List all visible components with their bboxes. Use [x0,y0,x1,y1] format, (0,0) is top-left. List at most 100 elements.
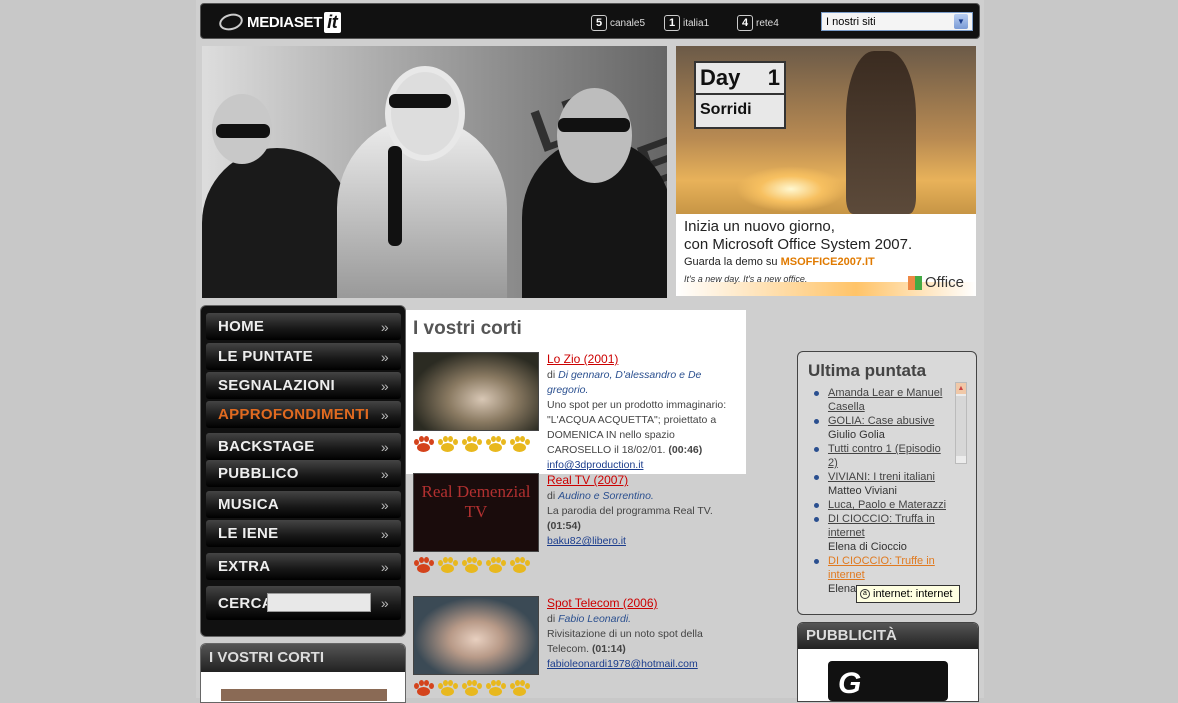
channel-rete4-link[interactable]: 4 rete4 [737,15,779,31]
item-email-link[interactable]: fabioleonardi1978@hotmail.com [547,658,698,670]
nav-item-backstage[interactable]: BACKSTAGE » [206,433,401,460]
paw-icon[interactable] [509,680,530,697]
rating-paws[interactable] [413,436,530,453]
rating-paws[interactable] [413,680,530,697]
episode-author: Elena di Cioccio [828,541,907,553]
item-by: di [547,490,556,502]
nav-item-label: MUSICA [218,496,279,513]
paw-icon[interactable] [413,557,434,574]
office-ad-banner[interactable]: Day 1 Sorridi Inizia un nuovo giorno, con… [676,46,976,296]
nav-item-le-iene[interactable]: LE IENE » [206,520,401,547]
mediaset-logo[interactable]: MEDIASET it [217,10,341,34]
item-text: Real TV (2007) di Audino e Sorrentino. L… [547,473,737,549]
episode-link[interactable]: Tutti contro 1 (Episodio 2) [828,443,941,469]
hero-head-right [557,88,632,183]
item-text: Lo Zio (2001) di Di gennaro, D'alessandr… [547,352,737,473]
page-title: I vostri corti [413,318,522,339]
ad-sunrise [736,166,846,212]
main-nav: HOME » LE PUNTATE » SEGNALAZIONI » APPROFON… [200,305,406,637]
item-title-link[interactable]: Spot Telecom (2006) [547,596,658,610]
chevron-right-icon: » [380,496,389,513]
episode-link[interactable]: Luca, Paolo e Materazzi [828,499,946,511]
ad-day-number: 1 [767,65,780,90]
ultima-puntata-title: Ultima puntata [808,361,927,380]
item-duration: (01:14) [591,643,626,655]
paw-icon[interactable] [509,557,530,574]
search-go-button[interactable]: » [381,595,389,611]
episode-author: Giulio Golia [828,429,885,441]
paw-icon[interactable] [461,680,482,697]
ultima-puntata-list: Amanda Lear e Manuel Casella GOLIA: Case… [812,386,952,596]
item-email-link[interactable]: info@3dproduction.it [547,459,643,471]
item-by: di [547,369,556,381]
paw-icon[interactable] [437,680,458,697]
item-by: di [547,613,556,625]
scrollbar-thumb[interactable] [956,396,966,456]
paw-icon[interactable] [413,436,434,453]
item-authors: Di gennaro, D'alessandro e De gregorio. [547,369,702,396]
paw-icon[interactable] [461,557,482,574]
episode-link-hovered[interactable]: DI CIOCCIO: Truffe in internet [828,555,935,581]
paw-icon[interactable] [485,680,506,697]
office-logo-icon [908,275,922,290]
search-icon: a [860,589,870,599]
ad-site-link[interactable]: MSOFFICE2007.IT [781,256,875,268]
paw-icon[interactable] [461,436,482,453]
nav-item-label: EXTRA [218,558,271,575]
channel-canale5-link[interactable]: 5 canale5 [591,15,645,31]
episode-link[interactable]: DI CIOCCIO: Truffa in internet [828,513,935,539]
nav-item-home[interactable]: HOME » [206,313,401,340]
video-thumbnail[interactable] [413,352,539,431]
sponsor-logo[interactable]: G [828,661,948,701]
search-input[interactable] [267,593,371,612]
nav-item-label: LE PUNTATE [218,348,313,365]
nav-item-musica[interactable]: MUSICA » [206,491,401,518]
logo-text: MEDIASET [247,13,323,31]
episode-link[interactable]: Amanda Lear e Manuel Casella [828,387,942,413]
list-item: DI CIOCCIO: Truffa in internet Elena di C… [812,512,952,554]
italia1-icon: 1 [664,15,680,31]
episode-link[interactable]: VIVIANI: I treni italiani [828,471,935,483]
rete4-icon: 4 [737,15,753,31]
rating-paws[interactable] [413,557,530,574]
item-title-link[interactable]: Real TV (2007) [547,473,628,487]
ultima-puntata-box: Ultima puntata Amanda Lear e Manuel Case… [797,351,977,615]
item-title-link[interactable]: Lo Zio (2001) [547,352,618,366]
paw-icon[interactable] [437,436,458,453]
paw-icon[interactable] [485,436,506,453]
paw-icon[interactable] [437,557,458,574]
hero-figure-left [202,148,352,298]
video-thumbnail[interactable]: Real Demenzial TV [413,473,539,552]
nav-item-approfondimenti[interactable]: APPROFONDIMENTI » [206,401,401,428]
paw-icon[interactable] [485,557,506,574]
video-thumbnail[interactable] [413,596,539,675]
list-scrollbar[interactable]: ▲ [955,382,967,464]
paw-icon[interactable] [413,680,434,697]
nav-item-extra[interactable]: EXTRA » [206,553,401,580]
hero-banner: LE IENE [202,46,667,298]
ad-sub: Sorridi [700,101,752,118]
sunglasses-icon [216,124,270,138]
sites-select[interactable]: I nostri siti ▼ [821,12,973,31]
vostri-corti-thumb[interactable] [221,689,387,701]
chevron-right-icon: » [380,438,389,455]
nav-item-pubblico[interactable]: PUBBLICO » [206,460,401,487]
ad-tagline: It's a new day. It's a new office. [684,274,808,284]
nav-item-segnalazioni[interactable]: SEGNALAZIONI » [206,372,401,399]
item-desc: La parodia del programma Real TV. [547,505,713,517]
scroll-up-icon[interactable]: ▲ [956,383,966,394]
chevron-down-icon[interactable]: ▼ [954,14,968,29]
episode-link[interactable]: GOLIA: Case abusive [828,415,934,427]
channel-italia1-link[interactable]: 1 italia1 [664,15,709,31]
channel-label: canale5 [610,17,646,29]
item-email-link[interactable]: baku82@libero.it [547,535,626,547]
thumbnail-text: Real Demenzial TV [421,482,531,521]
list-item: VIVIANI: I treni italiani Matteo Viviani [812,470,952,498]
logo-it: it [324,11,341,33]
item-duration: (01:54) [547,520,581,532]
channel-label: italia1 [683,17,710,29]
vostri-corti-box: I VOSTRI CORTI [200,643,406,703]
nav-item-le-puntate[interactable]: LE PUNTATE » [206,343,401,370]
sites-select-value: I nostri siti [826,15,876,28]
paw-icon[interactable] [509,436,530,453]
